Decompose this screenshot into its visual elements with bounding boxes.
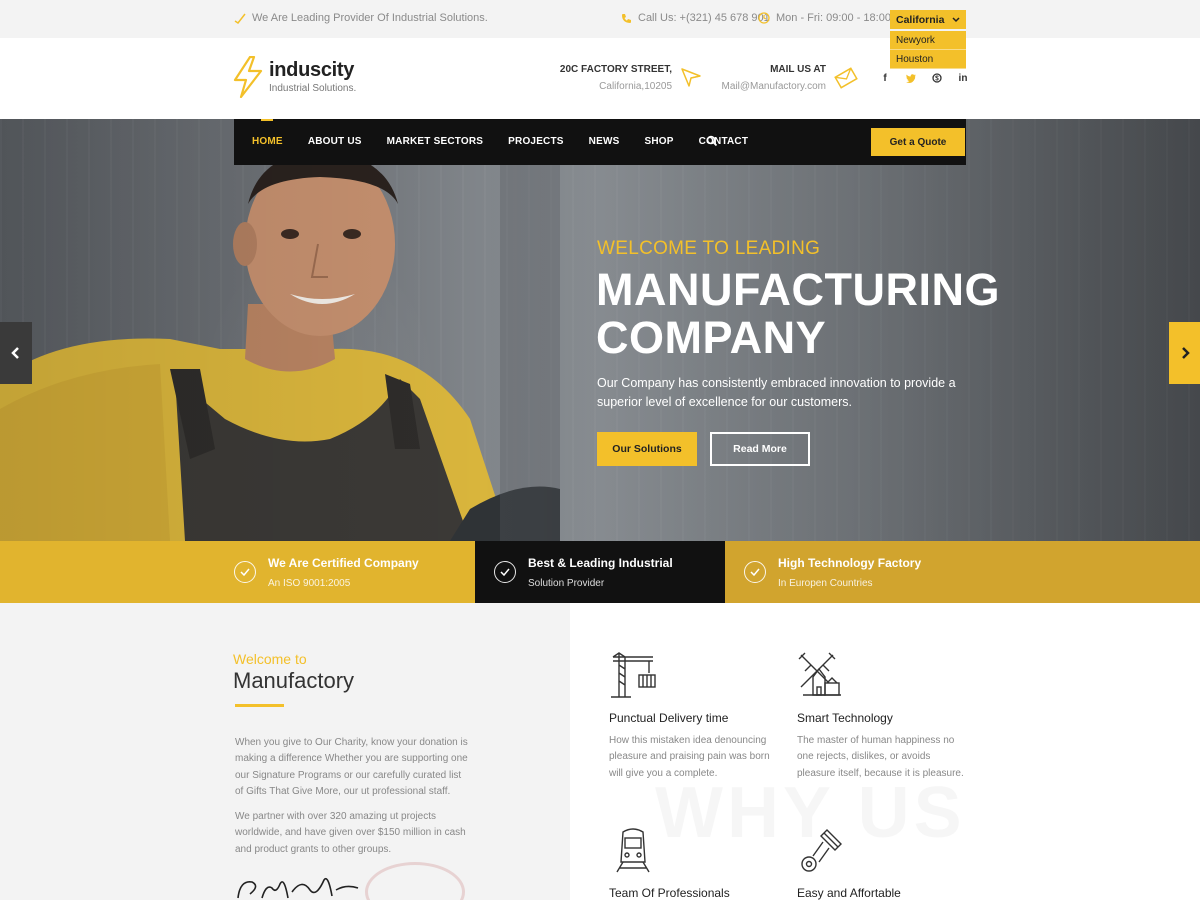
feature-sub: In Europen Countries: [778, 578, 873, 589]
paper-plane-icon: [681, 68, 701, 87]
check-circle-icon: [234, 561, 256, 583]
envelope-icon: [834, 67, 858, 89]
chevron-right-icon: [1181, 347, 1190, 359]
city-option[interactable]: Houston: [890, 50, 966, 69]
city-selected: California: [896, 13, 945, 26]
hours-text: Mon - Fri: 09:00 - 18:00: [776, 12, 891, 24]
hero-slider: HOME ABOUT US MARKET SECTORS PROJECTS NE…: [0, 119, 1200, 541]
windmill-icon: [798, 652, 841, 696]
feature-leading: Best & Leading Industrial Solution Provi…: [475, 541, 725, 603]
signature-image: [237, 877, 359, 899]
hero-welcome: WELCOME TO LEADING: [597, 238, 821, 259]
crane-icon: [611, 652, 656, 698]
title-underline: [235, 704, 284, 707]
feature-sub: Solution Provider: [528, 578, 605, 589]
read-more-button[interactable]: Read More: [710, 432, 810, 466]
hero-line-2: COMPANY: [596, 312, 827, 363]
city-option[interactable]: Newyork: [890, 31, 966, 50]
phone-text[interactable]: Call Us: +(321) 45 678 901: [638, 12, 770, 24]
facebook-icon[interactable]: f: [880, 72, 890, 84]
nav-market-sectors[interactable]: MARKET SECTORS: [387, 136, 484, 147]
hero-headline: MANUFACTURING COMPANY: [596, 266, 1000, 362]
mail-block: MAIL US AT Mail@Manufactory.com: [722, 64, 826, 92]
mail-address[interactable]: Mail@Manufactory.com: [722, 81, 826, 92]
service-title: Easy and Affortable: [797, 886, 901, 900]
clock-icon: [758, 12, 770, 24]
active-marker: [261, 119, 273, 121]
search-icon[interactable]: [706, 135, 718, 147]
feature-title: We Are Certified Company: [268, 556, 419, 570]
service-card: Team Of Professionals: [609, 826, 730, 900]
get-quote-button[interactable]: Get a Quote: [871, 128, 965, 156]
social-links: f in: [880, 72, 968, 84]
hero-description: Our Company has consistently embraced in…: [597, 376, 956, 409]
service-desc: The master of human happiness no one rej…: [797, 735, 964, 779]
linkedin-icon[interactable]: in: [958, 72, 968, 84]
about-welcome: Welcome to: [233, 651, 307, 667]
nav-shop[interactable]: SHOP: [644, 136, 673, 147]
main-navbar: HOME ABOUT US MARKET SECTORS PROJECTS NE…: [234, 119, 966, 165]
tagline-text: We Are Leading Provider Of Industrial So…: [252, 12, 488, 24]
check-circle-icon: [494, 561, 516, 583]
phone-info: Call Us: +(321) 45 678 901: [621, 12, 770, 24]
nav-news[interactable]: NEWS: [589, 136, 620, 147]
feature-title: High Technology Factory: [778, 556, 922, 570]
address-block: 20C FACTORY STREET, California,10205: [560, 64, 672, 92]
feature-certified: We Are Certified Company An ISO 9001:200…: [0, 541, 475, 603]
twitter-icon[interactable]: [906, 72, 916, 84]
chevron-left-icon: [11, 347, 19, 359]
feature-title: Best & Leading Industrial: [528, 556, 673, 570]
top-bar: We Are Leading Provider Of Industrial So…: [0, 0, 1200, 38]
chevron-down-icon: [952, 16, 960, 22]
hero-line-1: MANUFACTURING: [596, 264, 1000, 315]
city-dropdown-menu: Newyork Houston: [890, 31, 966, 69]
logo-tagline: Industrial Solutions.: [269, 83, 357, 94]
nav-projects[interactable]: PROJECTS: [508, 136, 564, 147]
service-title: Team Of Professionals: [609, 886, 730, 900]
check-pen-icon: [234, 13, 246, 24]
tagline: We Are Leading Provider Of Industrial So…: [234, 12, 488, 24]
address-sub: California,10205: [599, 81, 672, 92]
service-title: Punctual Delivery time: [609, 711, 729, 725]
logo-name[interactable]: induscity: [269, 59, 354, 82]
about-paragraph: We partner with over 320 amazing ut proj…: [235, 811, 466, 855]
feature-sub: An ISO 9001:2005: [268, 578, 351, 589]
about-title: Manufactory: [233, 668, 355, 693]
mail-title: MAIL US AT: [770, 64, 826, 75]
service-card: Easy and Affortable: [797, 826, 901, 900]
train-icon: [616, 828, 650, 873]
tools-icon: [801, 829, 842, 872]
nav-home[interactable]: HOME: [252, 136, 283, 147]
feature-technology: High Technology Factory In Europen Count…: [725, 541, 1200, 603]
hours-info: Mon - Fri: 09:00 - 18:00: [758, 12, 891, 24]
service-desc: How this mistaken idea denouncing pleasu…: [609, 735, 770, 779]
slider-prev-button[interactable]: [0, 322, 32, 384]
nav-about-us[interactable]: ABOUT US: [308, 136, 362, 147]
address-title: 20C FACTORY STREET,: [559, 64, 672, 75]
skype-icon[interactable]: [932, 72, 942, 84]
check-circle-icon: [744, 561, 766, 583]
our-solutions-button[interactable]: Our Solutions: [597, 432, 697, 466]
nav-menu: HOME ABOUT US MARKET SECTORS PROJECTS NE…: [252, 136, 773, 147]
service-title: Smart Technology: [797, 711, 893, 725]
features-bar: We Are Certified Company An ISO 9001:200…: [0, 541, 1200, 603]
service-card: Punctual Delivery time How this mistaken…: [609, 651, 770, 779]
service-card: Smart Technology The master of human hap…: [797, 651, 964, 779]
lightning-logo-icon[interactable]: [232, 56, 264, 98]
about-paragraph: When you give to Our Charity, know your …: [235, 737, 468, 797]
slider-next-button[interactable]: [1169, 322, 1200, 384]
city-select[interactable]: California: [890, 10, 966, 29]
phone-icon: [622, 13, 631, 23]
